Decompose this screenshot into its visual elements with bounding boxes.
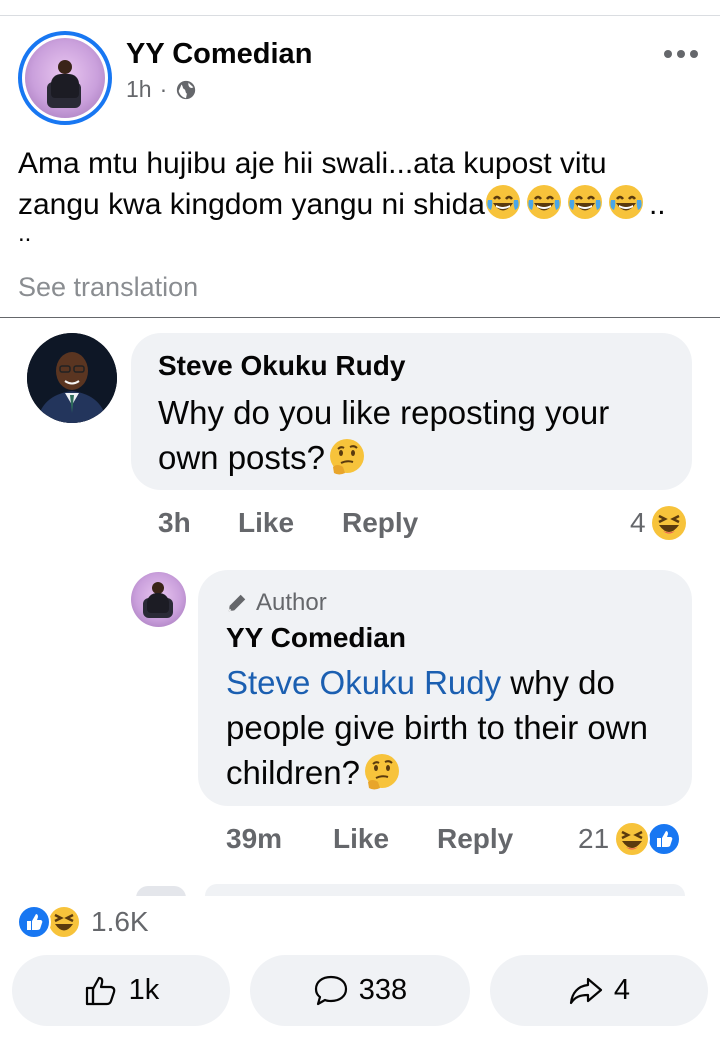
laughing-emoji-icon: [651, 506, 686, 540]
author-badge: Author: [226, 589, 327, 617]
comment-text: Why do you like reposting your own posts…: [158, 390, 678, 480]
comment-time: 3h: [158, 507, 191, 538]
total-reactions[interactable]: 1.6K: [17, 903, 149, 941]
pencil-icon: [228, 594, 246, 612]
post-author-name[interactable]: YY Comedian: [126, 38, 312, 71]
laughing-like-icons: [614, 821, 682, 857]
comment-button[interactable]: 338: [250, 955, 470, 1026]
share-count: 4: [613, 974, 631, 1006]
thinking-emoji-icon: [364, 754, 399, 790]
comment-reaction-count: 4: [630, 507, 646, 538]
post-text-tail: ..: [18, 220, 32, 247]
comment-author-name[interactable]: Steve Okuku Rudy: [158, 350, 405, 382]
post-meta: 1h ·: [126, 76, 197, 103]
commenter-photo: [27, 333, 117, 423]
total-reactions-count: 1.6K: [91, 906, 149, 937]
post-time[interactable]: 1h: [126, 76, 152, 103]
thinking-emoji-icon: [329, 439, 364, 475]
reply-time: 39m: [226, 823, 283, 854]
reply-text: Steve Okuku Rudy why do people give birt…: [226, 660, 676, 795]
post-text-line1: Ama mtu hujibu aje hii swali...ata kupos…: [18, 147, 607, 180]
reply-author-name[interactable]: YY Comedian: [226, 622, 406, 654]
post-author-avatar[interactable]: [18, 31, 112, 125]
like-button[interactable]: 1k: [12, 955, 230, 1026]
comment-reply-button[interactable]: Reply: [342, 507, 418, 539]
comments-divider: [0, 317, 720, 318]
post-text-line2: zangu kwa kingdom yangu ni shida: [18, 188, 485, 221]
like-count: 1k: [128, 974, 160, 1006]
share-button[interactable]: 4: [490, 955, 708, 1026]
reply-reaction-count: 21: [578, 823, 610, 854]
next-comment-bubble: [205, 884, 685, 896]
reply-reactions[interactable]: 21: [578, 820, 683, 858]
more-options-icon[interactable]: [664, 50, 698, 58]
comment-text-body: Why do you like reposting your own posts…: [158, 394, 610, 476]
top-divider: [0, 15, 720, 16]
comment-count: 338: [358, 974, 408, 1006]
globe-icon: [177, 80, 196, 99]
comment-reactions[interactable]: 4: [630, 504, 688, 542]
comment-like-button[interactable]: Like: [238, 507, 294, 539]
meta-separator: ·: [159, 76, 168, 102]
post-text: Ama mtu hujibu aje hii swali...ata kupos…: [18, 144, 708, 247]
see-translation-link[interactable]: See translation: [18, 272, 198, 303]
thumbs-up-icon: [85, 976, 115, 1005]
joy-emoji-icon: [526, 185, 561, 219]
reply-author-avatar[interactable]: [131, 572, 186, 627]
avatar-image: [25, 38, 105, 118]
joy-emoji-icon: [567, 185, 602, 219]
joy-emoji-icon: [485, 185, 520, 219]
share-icon: [569, 977, 603, 1004]
reply-like-button[interactable]: Like: [333, 823, 389, 855]
comment-icon: [314, 975, 347, 1005]
like-laughing-icons: [17, 905, 81, 939]
post-text-line2-wrap: zangu kwa kingdom yangu ni shida..: [18, 184, 708, 225]
reply-reply-button[interactable]: Reply: [437, 823, 513, 855]
mention-link[interactable]: Steve Okuku Rudy: [226, 664, 501, 701]
commenter-avatar[interactable]: [27, 333, 117, 423]
joy-emoji-icon: [608, 185, 643, 219]
post-text-line2-end: ..: [648, 188, 666, 221]
author-badge-label: Author: [256, 589, 327, 616]
